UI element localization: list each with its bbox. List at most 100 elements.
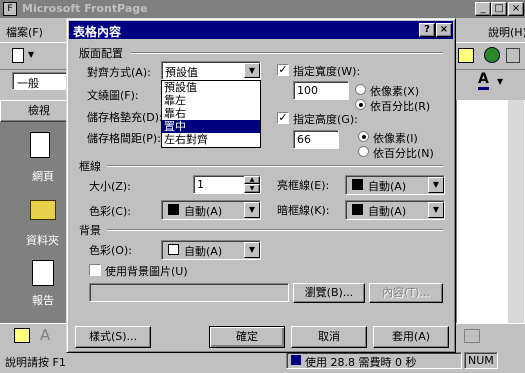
size-input-value: 1 — [197, 178, 204, 191]
align-combo[interactable]: 預設值 ▼ — [161, 61, 261, 80]
width-check-label[interactable]: 指定寬度(W): — [293, 63, 360, 79]
maximize-button[interactable]: □ — [491, 2, 507, 16]
height-checkbox[interactable]: ✓ — [277, 112, 289, 124]
app-title-bar: F Microsoft FrontPage _ □ × — [0, 0, 525, 18]
height-percent-label[interactable]: 依百分比(N) — [373, 145, 434, 161]
light-border-value: 自動(A) — [368, 180, 407, 193]
dark-border-combo[interactable]: 自動(A) ▼ — [345, 200, 445, 220]
views-item-folders-label: 資料夾 — [26, 234, 59, 247]
vertical-scrollbar[interactable] — [508, 100, 524, 323]
width-percent-radio[interactable] — [355, 99, 366, 110]
height-pixels-radio[interactable] — [358, 131, 369, 142]
web-globe-icon[interactable] — [484, 47, 500, 63]
light-border-dropdown-icon[interactable]: ▼ — [428, 177, 444, 193]
bg-image-checkbox[interactable] — [89, 264, 101, 276]
app-title: Microsoft FrontPage — [22, 2, 148, 15]
border-color-label: 色彩(C): — [89, 205, 131, 218]
background-group-line — [107, 229, 443, 231]
align-dropdown-list[interactable]: 預設值 靠左 靠右 置中 左右對齊 — [161, 80, 261, 148]
bg-color-combo[interactable]: 自動(A) ▼ — [161, 240, 261, 260]
style-button[interactable]: 樣式(S)... — [75, 326, 151, 348]
menu-file[interactable]: 檔案(F) — [6, 24, 43, 40]
size-spin-down-button[interactable]: ▼ — [244, 184, 260, 193]
border-group-title: 框線 — [79, 160, 101, 173]
align-option[interactable]: 左右對齊 — [162, 133, 260, 146]
background-group-title: 背景 — [79, 224, 101, 237]
menu-help[interactable]: 說明(H) — [488, 24, 525, 40]
properties-button-label: 內容(T)... — [382, 286, 430, 299]
bg-image-check-label[interactable]: 使用背景圖片(U) — [105, 263, 188, 279]
bg-color-dropdown-icon[interactable]: ▼ — [244, 242, 260, 258]
width-input-value: 100 — [297, 84, 318, 97]
views-item-reports[interactable]: 報告 — [14, 256, 74, 312]
border-color-combo[interactable]: 自動(A) ▼ — [161, 200, 261, 220]
app-icon: F — [3, 2, 17, 16]
reports-icon — [32, 260, 54, 286]
width-pixels-radio[interactable] — [355, 84, 366, 95]
cancel-button-label: 取消 — [318, 330, 340, 343]
height-input[interactable]: 66 — [293, 130, 339, 149]
status-time-icon — [291, 355, 301, 365]
align-combo-value: 預設值 — [165, 66, 198, 79]
views-item-reports-label: 報告 — [32, 294, 54, 307]
size-label: 大小(Z): — [89, 180, 131, 193]
border-color-value: 自動(A) — [184, 205, 223, 218]
draw-tool-icon[interactable] — [464, 329, 480, 343]
layout-group-line — [131, 52, 443, 54]
style-button-label: 樣式(S)... — [88, 330, 138, 343]
browse-button[interactable]: 瀏覽(B)... — [293, 283, 365, 303]
height-input-value: 66 — [297, 133, 311, 146]
align-option[interactable]: 靠左 — [162, 94, 260, 107]
align-dropdown-arrow-icon[interactable]: ▼ — [244, 63, 260, 78]
height-pixels-label[interactable]: 依像素(I) — [373, 130, 418, 146]
dropdown-arrow-icon[interactable]: ▼ — [28, 50, 34, 59]
draw-text-icon[interactable]: A — [40, 326, 50, 344]
bg-color-value: 自動(A) — [184, 245, 223, 258]
dialog-close-button[interactable]: × — [436, 23, 452, 37]
height-percent-radio[interactable] — [358, 146, 369, 157]
views-item-page[interactable]: 網頁 — [14, 128, 74, 184]
light-border-label: 亮框線(E): — [277, 179, 330, 192]
browse-button-label: 瀏覽(B)... — [304, 286, 354, 299]
ok-button-label: 確定 — [236, 330, 258, 343]
dialog-title: 表格內容 — [73, 25, 122, 39]
dark-border-label: 暗框線(K): — [277, 204, 330, 217]
insert-picture-icon[interactable] — [458, 48, 474, 63]
size-spin-up-button[interactable]: ▲ — [244, 176, 260, 184]
views-item-page-label: 網頁 — [32, 170, 54, 183]
style-combo[interactable]: 一般 — [12, 72, 68, 90]
dialog-help-button[interactable]: ? — [419, 23, 435, 37]
ok-button[interactable]: 確定 — [209, 326, 285, 348]
bg-color-swatch — [168, 244, 179, 255]
width-percent-label[interactable]: 依百分比(R) — [370, 98, 430, 114]
border-color-dropdown-icon[interactable]: ▼ — [244, 202, 260, 218]
draw-picture-icon[interactable] — [14, 328, 30, 343]
close-window-button[interactable]: × — [508, 2, 524, 16]
views-item-folders[interactable]: 資料夾 — [14, 192, 74, 248]
status-num: NUM — [464, 352, 498, 369]
align-option[interactable]: 預設值 — [162, 81, 260, 94]
minimize-button[interactable]: _ — [475, 2, 491, 16]
cancel-button[interactable]: 取消 — [291, 326, 367, 348]
width-input[interactable]: 100 — [293, 81, 349, 100]
light-border-swatch — [352, 179, 363, 190]
size-input[interactable]: 1 ▲ ▼ — [193, 175, 261, 194]
width-pixels-label[interactable]: 依像素(X) — [370, 83, 419, 99]
dialog-title-bar[interactable]: 表格內容 ? × — [69, 21, 453, 39]
new-page-icon[interactable] — [12, 48, 24, 63]
height-check-label[interactable]: 指定高度(G): — [293, 111, 358, 127]
bg-color-label: 色彩(O): — [89, 244, 132, 257]
align-label: 對齊方式(A): — [87, 66, 151, 79]
width-checkbox[interactable]: ✓ — [277, 64, 289, 76]
padding-label: 儲存格墊充(D): — [87, 111, 163, 124]
font-color-dropdown-icon[interactable]: ▼ — [497, 77, 503, 86]
align-option[interactable]: 靠右 — [162, 107, 260, 120]
align-option-selected[interactable]: 置中 — [162, 120, 260, 133]
apply-button[interactable]: 套用(A) — [373, 326, 449, 348]
views-bar-title: 檢視 — [28, 104, 50, 117]
bookmark-icon[interactable] — [506, 48, 520, 63]
light-border-combo[interactable]: 自動(A) ▼ — [345, 175, 445, 195]
dark-border-dropdown-icon[interactable]: ▼ — [428, 202, 444, 218]
font-color-icon[interactable]: A — [478, 72, 489, 90]
folder-icon — [30, 200, 56, 220]
